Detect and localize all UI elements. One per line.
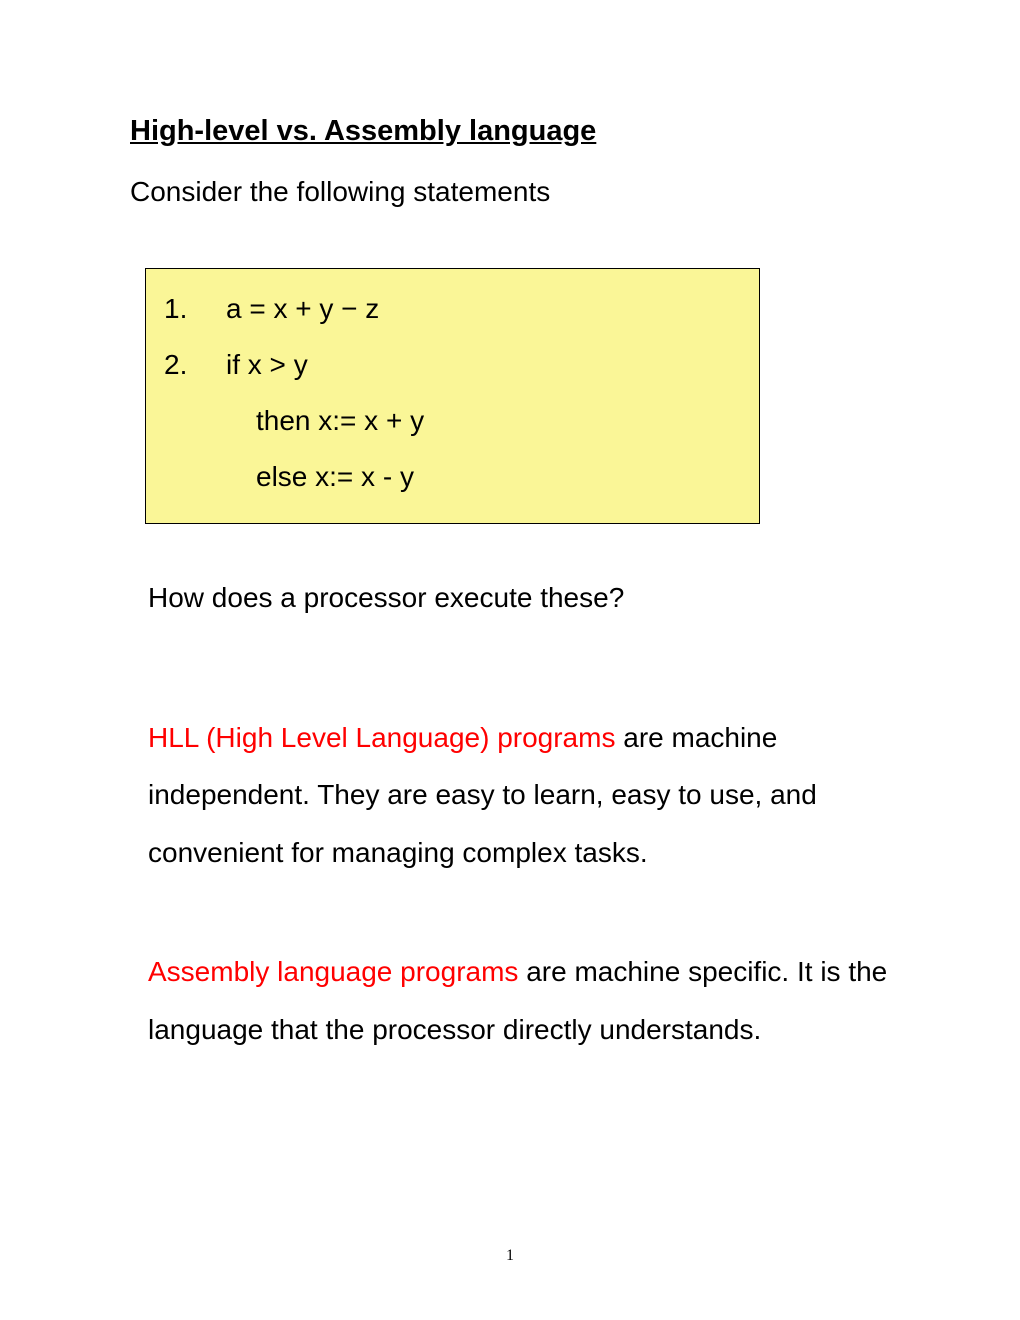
paragraph-assembly: Assembly language programs are machine s… <box>148 943 890 1058</box>
code-line-text: a = x + y − z <box>226 293 379 325</box>
document-page: High-level vs. Assembly language Conside… <box>0 0 1020 1058</box>
question-text: How does a processor execute these? <box>148 582 890 614</box>
code-line-text: if x > y <box>226 349 308 381</box>
code-line-1: 1. a = x + y − z <box>164 293 741 325</box>
page-number: 1 <box>0 1247 1020 1265</box>
intro-text: Consider the following statements <box>130 176 890 208</box>
code-example-box: 1. a = x + y − z 2. if x > y then x:= x … <box>145 268 760 524</box>
code-line-4: else x:= x - y <box>164 461 741 493</box>
hll-highlight: HLL (High Level Language) programs <box>148 722 615 753</box>
code-line-text: then x:= x + y <box>256 405 424 437</box>
code-line-2: 2. if x > y <box>164 349 741 381</box>
code-line-number: 2. <box>164 349 226 381</box>
code-line-number: 1. <box>164 293 226 325</box>
code-line-3: then x:= x + y <box>164 405 741 437</box>
assembly-highlight: Assembly language programs <box>148 956 518 987</box>
paragraph-hll: HLL (High Level Language) programs are m… <box>148 709 890 881</box>
code-line-text: else x:= x - y <box>256 461 414 493</box>
page-title: High-level vs. Assembly language <box>130 115 890 148</box>
